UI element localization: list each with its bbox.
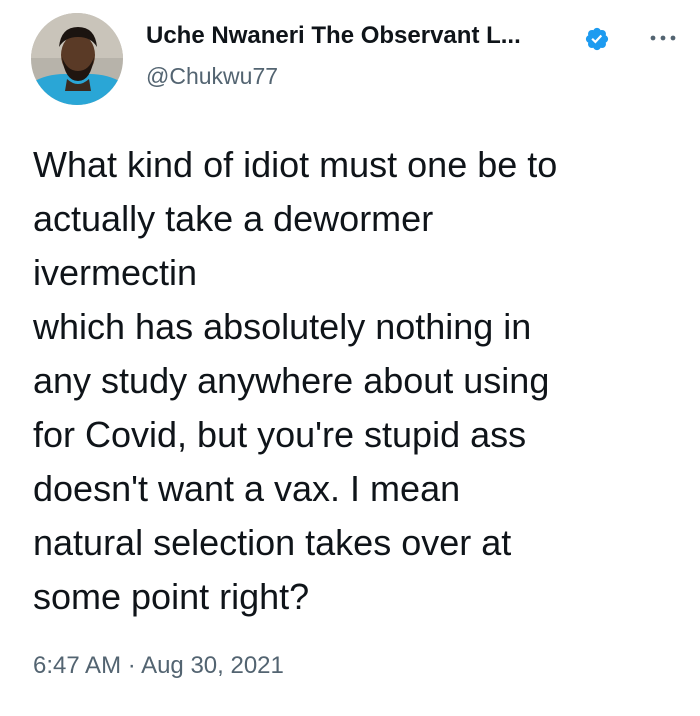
tweet-text-line: actually take a dewormer — [33, 198, 434, 239]
tweet-text-line: ivermectin — [33, 252, 198, 293]
tweet-text-line: any study anywhere about using — [33, 360, 550, 401]
tweet-time-link[interactable]: 6:47 AM — [33, 652, 121, 679]
tweet-text-line: doesn't want a vax. I mean — [33, 468, 461, 509]
author-handle[interactable]: @Chukwu77 — [146, 63, 278, 90]
avatar-photo — [31, 13, 123, 105]
tweet-text-line: which has absolutely nothing in — [33, 306, 532, 347]
tweet-text-line: for Covid, but you're stupid ass — [33, 414, 527, 455]
tweet-timestamp: 6:47 AM · Aug 30, 2021 — [33, 652, 284, 680]
author-name[interactable]: Uche Nwaneri The Observant L... — [146, 22, 521, 50]
tweet-date: Aug 30, 2021 — [141, 652, 284, 679]
tweet-text-line: What kind of idiot must one be to — [33, 144, 558, 185]
tweet-text-line: some point right? — [33, 576, 310, 617]
tweet-text: What kind of idiot must one be to actual… — [33, 138, 693, 624]
meta-separator: · — [127, 652, 136, 679]
tweet: Uche Nwaneri The Observant L... @Chukwu7… — [0, 0, 700, 716]
verified-badge-icon — [585, 27, 609, 51]
tweet-text-line: natural selection takes over at — [33, 522, 512, 563]
tweet-time: 6:47 AM — [33, 652, 122, 679]
avatar[interactable] — [31, 13, 123, 105]
more-options-icon[interactable] — [646, 28, 680, 48]
tweet-date-link[interactable]: Aug 30, 2021 — [141, 652, 284, 679]
